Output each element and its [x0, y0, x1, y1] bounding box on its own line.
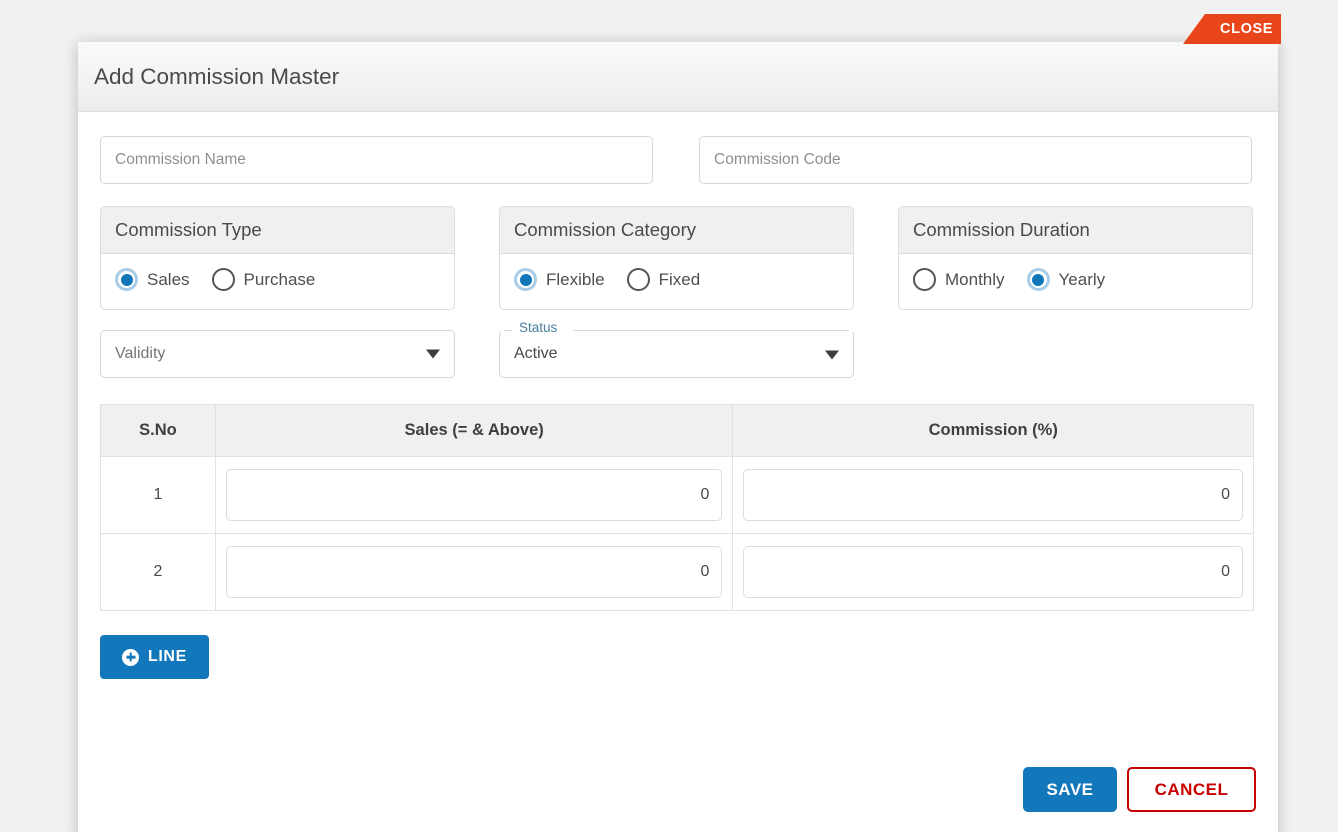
commission-name-input[interactable]	[100, 136, 653, 184]
table-body: 1 2	[100, 456, 1254, 611]
row-1-sno: 1	[100, 456, 216, 534]
commission-code-input[interactable]	[699, 136, 1252, 184]
dialog-header: Add Commission Master	[78, 42, 1278, 112]
row-2-sno: 2	[100, 533, 216, 611]
table-header: S.No Sales (= & Above) Commission (%)	[100, 404, 1254, 457]
radio-purchase-label: Purchase	[243, 269, 316, 289]
table-row: 2	[100, 533, 1254, 611]
row-2-sales-input[interactable]	[225, 546, 723, 598]
close-ribbon-button[interactable]: CLOSE	[1183, 14, 1281, 44]
radio-yearly-label: Yearly	[1058, 269, 1106, 289]
radio-monthly-label: Monthly	[945, 269, 1005, 289]
status-select[interactable]: Status Active	[499, 321, 854, 378]
save-button[interactable]: SAVE	[1023, 767, 1117, 812]
add-commission-master-dialog: Add Commission Master Commission Type Sa…	[78, 42, 1278, 832]
radio-option-flexible[interactable]: Flexible	[514, 268, 605, 291]
table-header-row: S.No Sales (= & Above) Commission (%)	[100, 404, 1254, 457]
add-line-button[interactable]: LINE	[100, 635, 209, 679]
row-2-commission-cell	[732, 533, 1254, 611]
row-2-commission-input[interactable]	[743, 546, 1243, 598]
row-1-sales-input[interactable]	[225, 469, 723, 521]
radio-fixed-icon[interactable]	[626, 268, 650, 291]
commission-category-panel: Commission Category Flexible Fixed	[499, 206, 854, 310]
commission-category-options: Flexible Fixed	[500, 254, 853, 309]
commission-duration-panel: Commission Duration Monthly Yearly	[898, 206, 1253, 310]
radio-purchase-icon[interactable]	[211, 268, 235, 291]
radio-flexible-label: Flexible	[546, 269, 605, 289]
radio-option-sales[interactable]: Sales	[115, 268, 190, 291]
column-header-sno: S.No	[100, 404, 216, 457]
row-2-sales-cell	[214, 533, 734, 611]
radio-fixed-label: Fixed	[658, 269, 701, 289]
close-ribbon-label: CLOSE	[1220, 21, 1273, 37]
radio-option-monthly[interactable]: Monthly	[913, 268, 1005, 291]
dialog-body: Commission Type Sales Purchase Commissio…	[78, 112, 1278, 679]
radio-option-purchase[interactable]: Purchase	[211, 268, 316, 291]
commission-duration-title: Commission Duration	[899, 207, 1252, 254]
validity-select[interactable]: Validity	[100, 330, 455, 378]
table-row: 1	[100, 456, 1254, 534]
add-line-button-label: LINE	[148, 648, 187, 665]
selects-row: Validity Status Active	[100, 321, 1256, 378]
column-header-sales: Sales (= & Above)	[214, 404, 734, 457]
column-header-commission: Commission (%)	[732, 404, 1254, 457]
radio-option-fixed[interactable]: Fixed	[626, 268, 701, 291]
status-select-label: Status	[515, 321, 562, 335]
row-1-commission-cell	[732, 456, 1254, 534]
commission-duration-options: Monthly Yearly	[899, 254, 1252, 309]
status-select-value[interactable]: Active	[499, 330, 854, 378]
dialog-footer: SAVE CANCEL	[1023, 767, 1256, 812]
name-code-row	[100, 136, 1256, 184]
radio-yearly-icon[interactable]	[1026, 268, 1050, 291]
radio-flexible-icon[interactable]	[514, 268, 537, 291]
row-1-sales-cell	[214, 456, 734, 534]
validity-select-value[interactable]: Validity	[100, 330, 455, 378]
radio-monthly-icon[interactable]	[913, 268, 936, 291]
commission-type-title: Commission Type	[101, 207, 454, 254]
radio-panels-row: Commission Type Sales Purchase Commissio…	[100, 206, 1256, 310]
plus-circle-icon	[122, 648, 139, 666]
radio-sales-label: Sales	[147, 269, 190, 289]
page-title: Add Commission Master	[94, 63, 340, 89]
radio-option-yearly[interactable]: Yearly	[1026, 268, 1106, 291]
commission-type-panel: Commission Type Sales Purchase	[100, 206, 455, 310]
row-1-commission-input[interactable]	[743, 469, 1243, 521]
commission-category-title: Commission Category	[500, 207, 853, 254]
commission-slabs-table: S.No Sales (= & Above) Commission (%) 1	[100, 404, 1254, 611]
cancel-button[interactable]: CANCEL	[1127, 767, 1256, 812]
radio-sales-icon[interactable]	[115, 268, 138, 291]
commission-type-options: Sales Purchase	[101, 254, 454, 309]
